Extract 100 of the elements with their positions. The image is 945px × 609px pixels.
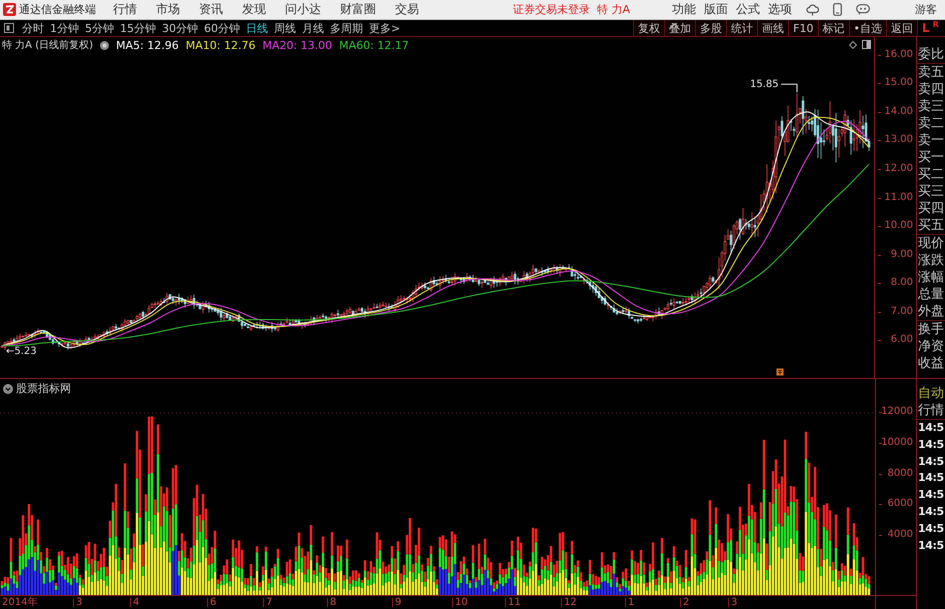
toolbar-button[interactable]: 复权 [633,20,664,36]
trade-time: 14:5 [917,420,945,436]
quote-field-label: 涨幅 [917,269,945,286]
stock-name: 特 力A [597,2,630,17]
menu-item[interactable]: 行情 [113,1,137,18]
period-tab[interactable]: 1分钟 [50,20,79,36]
menu-item[interactable]: 版面 [704,1,728,18]
price-axis-label: 13.00 [884,134,913,146]
moving-average-value: MA20: 13.00 [262,39,332,52]
layout-toggle[interactable]: L [922,20,930,36]
date-axis-label: 6 [210,596,216,609]
toolbar-button[interactable]: 统计 [726,20,758,36]
moving-average-value: MA10: 12.76 [186,39,256,52]
date-axis-label: 8 [330,596,336,609]
indicator-title: 股票指标网 [16,382,71,395]
quote-field-label: 买三 [917,183,945,200]
quote-field-label: 净资 [917,338,945,355]
layout-toggle[interactable]: R [932,20,939,29]
quote-field-label: 卖四 [917,81,945,98]
price-axis-label: 12.00 [884,163,913,175]
moving-average-value: MA5: 12.96 [116,39,179,52]
price-axis-label: 6.00 [890,334,913,346]
date-axis-label: 3 [731,596,738,609]
quote-field-label: 收益 [917,355,945,372]
price-axis-label: 16.00 [884,48,913,61]
phone-icon[interactable] [833,3,842,16]
quote-field-label: 买一 [917,149,945,166]
price-axis-label: 10.00 [884,220,913,232]
date-axis-label: 10 [455,596,468,609]
period-tab[interactable]: 月线 [302,20,324,36]
date-axis-label: 3 [76,596,82,609]
high-price-label: 15.85 [750,79,779,90]
period-tab[interactable]: 更多> [369,20,400,36]
period-tab[interactable]: 5分钟 [85,20,114,36]
menu-item[interactable]: 财富圈 [340,1,376,18]
toolbar-button[interactable]: 多股 [695,20,726,36]
quote-field-label: 现价 [917,235,945,252]
menu-item[interactable]: 选项 [768,1,792,18]
toolbar-button[interactable]: 标记 [818,20,848,36]
trade-time: 14:5 [917,538,945,554]
app-logo-icon[interactable] [3,3,16,16]
toolbar-button[interactable]: 叠加 [664,20,696,36]
moving-average-value: MA60: 12.17 [339,39,409,52]
trade-time: 14:5 [917,520,945,537]
period-tab[interactable]: 60分钟 [204,20,240,36]
menu-item[interactable]: 市场 [156,1,180,18]
quote-field-label: 卖五 [917,64,945,81]
quote-field-label: 总量 [917,286,945,303]
price-axis-label: 7.00 [890,306,913,318]
trade-time: 14:5 [917,454,945,470]
price-axis-label: 9.00 [890,248,913,261]
menu-item[interactable]: 功能 [672,1,696,18]
toolbar-button[interactable]: 画线 [757,20,788,36]
quote-field-label: 换手 [917,321,945,338]
period-tab[interactable]: 周线 [274,20,296,36]
indicator-axis-label: 10000 [881,436,913,449]
indicator-axis-label: 8000 [888,468,913,480]
trade-time: 14:5 [917,470,945,486]
menu-item[interactable]: 发现 [242,1,266,18]
trade-time: 14:5 [917,436,945,453]
indicator-axis-label: 12000 [881,406,913,418]
quote-field-label: 买二 [917,166,945,183]
menu-item[interactable]: 公式 [736,1,760,18]
toolbar-button[interactable]: F10 [788,20,818,36]
menu-item[interactable]: 问小达 [285,1,321,18]
auto-mode-label[interactable]: 自动 [917,385,945,402]
price-axis-label: 15.00 [884,77,913,90]
quote-field-label: 卖三 [917,98,945,115]
price-axis-label: 11.00 [884,192,913,204]
date-axis-label: 2014年 [2,596,38,609]
period-tab[interactable]: 30分钟 [162,20,198,36]
date-axis-label: 9 [395,596,402,609]
quote-field-label: 委比 [917,46,945,63]
market-label: 行情 [917,402,945,420]
cloud-icon[interactable] [806,4,820,16]
circle-icon[interactable] [100,41,110,50]
date-axis-label: 2 [683,596,690,609]
menu-item[interactable]: 交易 [395,1,419,18]
period-tab[interactable]: 多周期 [330,20,363,36]
period-tab[interactable]: 15分钟 [120,20,156,36]
toolbar-button[interactable]: 返回 [886,20,917,36]
toolbar-button[interactable]: •自选 [848,20,886,36]
date-axis-label: 12 [564,596,577,609]
app-title: 通达信金融终端 [19,2,97,17]
diamond-icon[interactable] [849,40,857,48]
square-icon[interactable] [4,23,14,33]
quote-field-label: 外盘 [917,303,945,320]
period-tab[interactable]: 分时 [22,20,44,36]
chevron-circle-icon[interactable] [3,384,13,394]
price-axis-label: 8.00 [890,277,913,290]
date-axis-label: 7 [266,596,272,609]
menu-item[interactable]: 资讯 [199,1,223,18]
indicator-axis-label: 4000 [888,529,913,541]
user-label[interactable]: 游客 [915,2,937,17]
chat-icon[interactable] [856,4,870,15]
marker-icon[interactable] [776,368,784,376]
trade-time: 14:5 [917,504,945,520]
quote-field-label: 卖一 [917,132,945,149]
window-icon[interactable] [862,40,871,49]
period-tab[interactable]: 日线 [246,20,268,36]
